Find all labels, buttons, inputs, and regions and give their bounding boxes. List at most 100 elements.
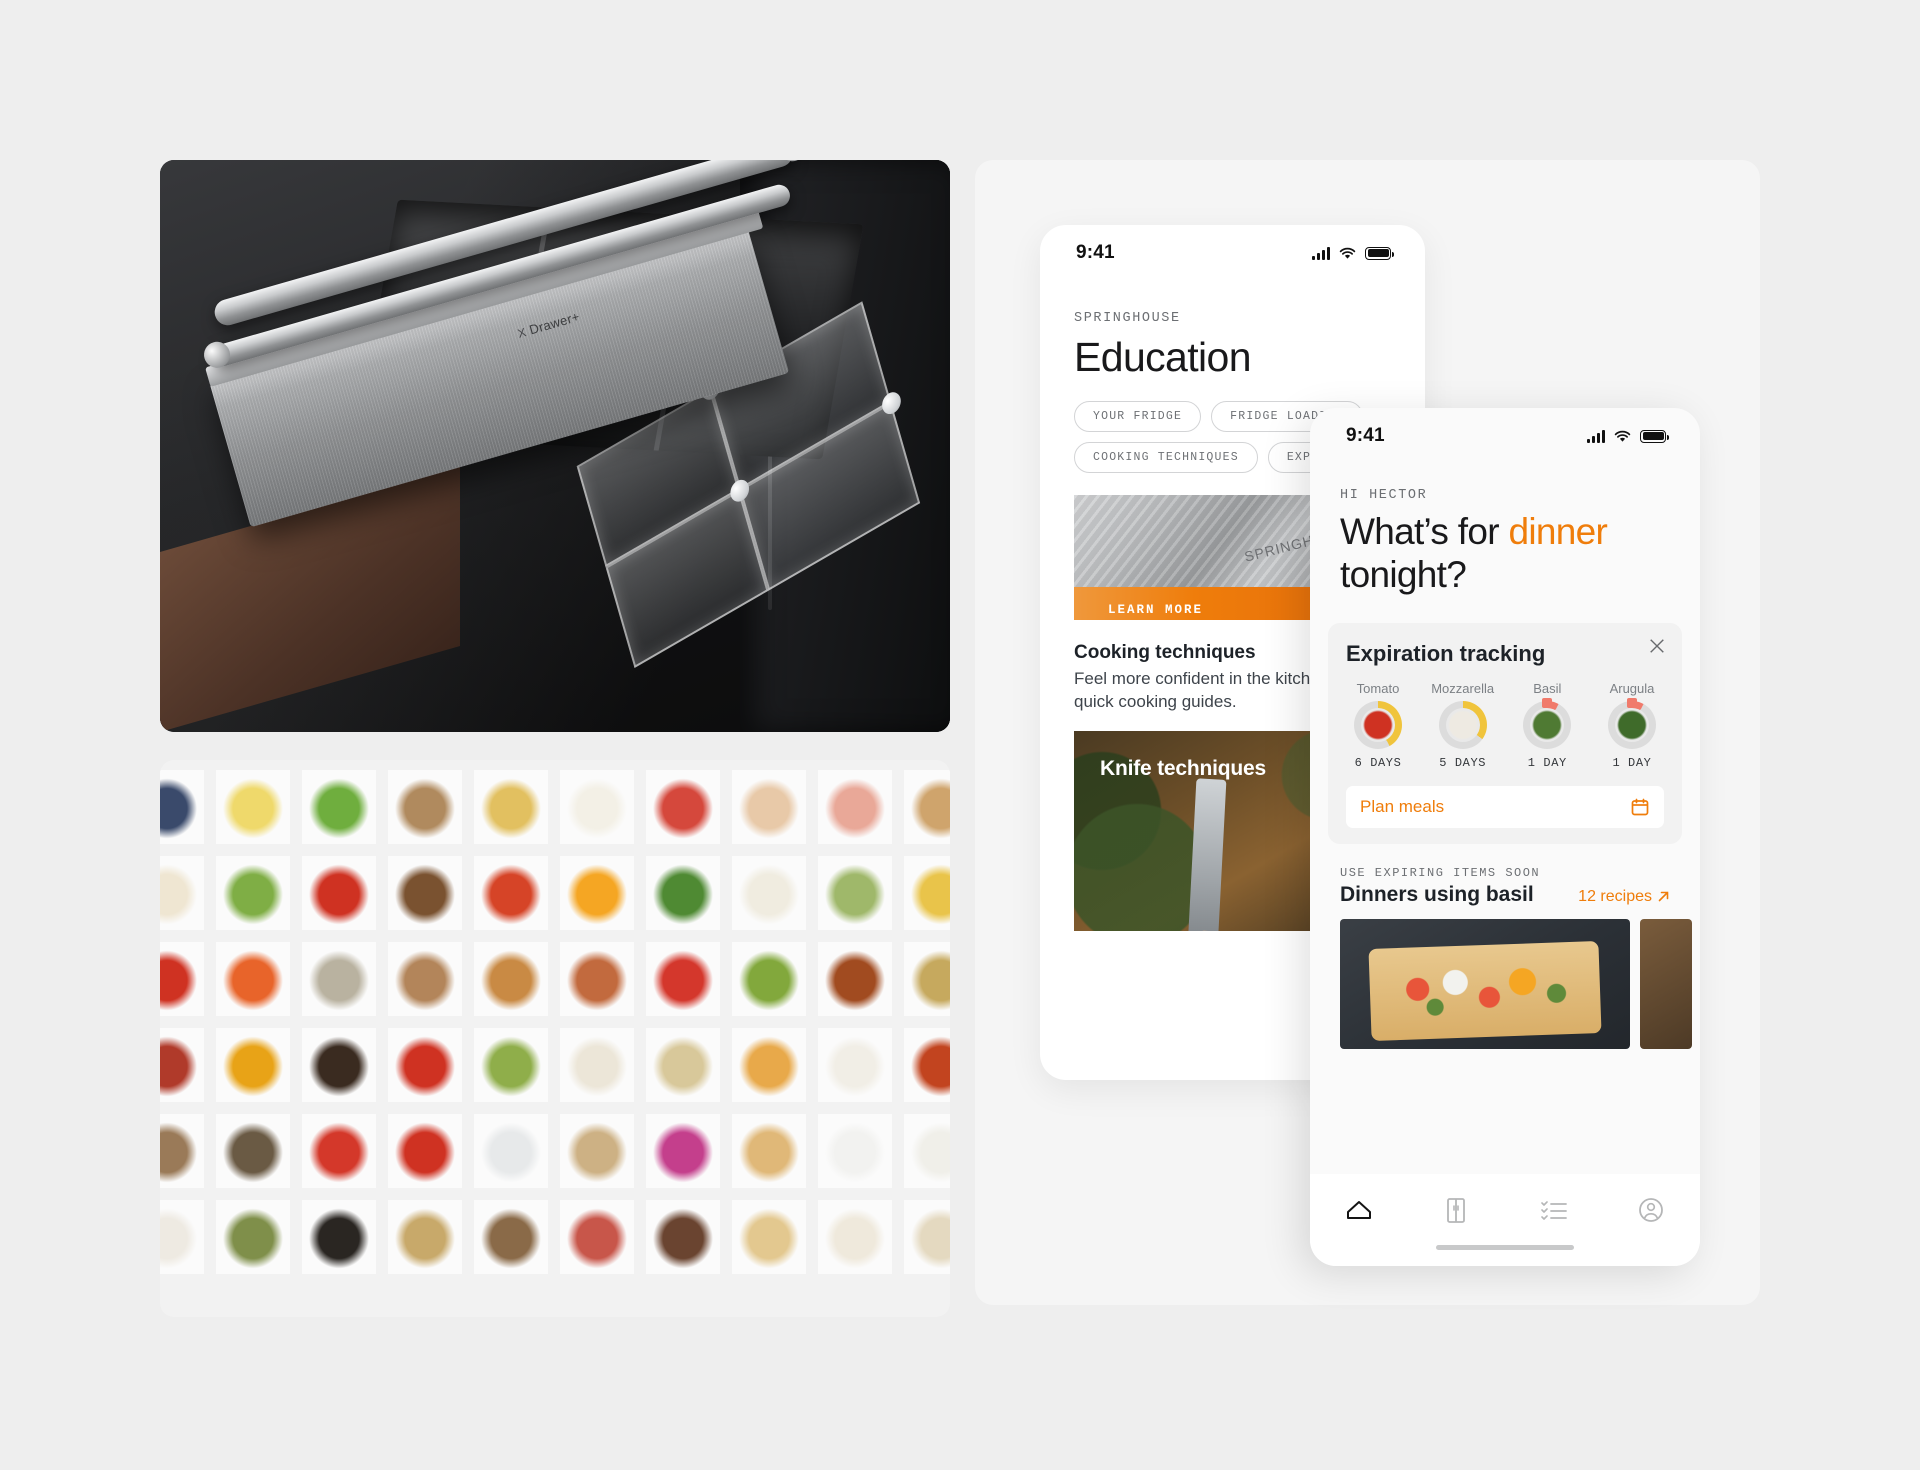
expiration-item[interactable]: Arugula 1 DAY — [1600, 681, 1664, 770]
dinner-title-part1: What’s for — [1340, 511, 1509, 552]
food-thumbnail — [388, 942, 462, 1016]
food-grid-cell — [560, 856, 634, 930]
expiration-days-label: 6 DAYS — [1354, 755, 1402, 770]
knife-card-label: Knife techniques — [1100, 757, 1266, 781]
recipe-card-next[interactable] — [1640, 918, 1692, 1049]
status-time-dinner: 9:41 — [1346, 425, 1385, 446]
food-thumbnail — [560, 1028, 634, 1102]
food-grid-cell — [646, 1114, 720, 1188]
urgent-flag-icon — [1626, 697, 1637, 708]
ingredient-thumbnail — [1445, 707, 1480, 742]
food-grid-cell — [160, 1028, 204, 1102]
food-grid-cell — [302, 1114, 376, 1188]
chip-cooking-techniques[interactable]: COOKING TECHNIQUES — [1074, 442, 1258, 473]
food-thumbnail — [474, 1114, 548, 1188]
product-hero-image: X Drawer+ — [160, 160, 950, 732]
food-thumbnail — [160, 1114, 204, 1188]
profile-icon[interactable] — [1635, 1194, 1667, 1226]
food-grid-cell — [818, 856, 892, 930]
food-thumbnail — [904, 1114, 950, 1188]
ingredient-thumbnail — [1361, 707, 1395, 742]
food-grid-cell — [732, 856, 806, 930]
recipes-count-link[interactable]: 12 recipes — [1578, 888, 1670, 906]
food-grid-cell — [818, 1200, 892, 1274]
home-icon[interactable] — [1343, 1194, 1375, 1226]
recipe-carousel[interactable] — [1310, 918, 1700, 1049]
food-thumbnail — [302, 1200, 376, 1274]
food-grid-cell — [160, 856, 204, 930]
food-grid-cell — [904, 942, 950, 1016]
expiration-progress-ring — [1438, 700, 1487, 749]
expiration-progress-ring — [1607, 697, 1656, 749]
food-thumbnail — [732, 1114, 806, 1188]
status-icons — [1312, 246, 1394, 260]
food-grid-cell — [302, 770, 376, 844]
food-thumbnail — [160, 942, 204, 1016]
food-thumbnail — [474, 942, 548, 1016]
dinner-title-part2: tonight? — [1340, 553, 1467, 595]
food-grid-cell — [646, 770, 720, 844]
food-thumbnail — [216, 770, 290, 844]
food-grid-cell — [904, 1114, 950, 1188]
food-thumbnail — [474, 770, 548, 844]
food-thumbnail — [302, 942, 376, 1016]
food-grid-cell — [474, 856, 548, 930]
food-thumbnail — [560, 856, 634, 930]
food-grid-cell — [904, 856, 950, 930]
brand-eyebrow: SPRINGHOUSE — [1074, 311, 1181, 326]
food-thumbnail — [818, 1200, 892, 1274]
recipes-eyebrow: USE EXPIRING ITEMS SOON — [1340, 865, 1541, 880]
ingredient-photo-grid — [160, 760, 950, 1317]
food-thumbnail — [388, 770, 462, 844]
food-grid-cell — [216, 1200, 290, 1274]
food-thumbnail — [646, 1028, 720, 1102]
expiration-progress-ring — [1354, 700, 1402, 749]
food-thumbnail — [216, 1028, 290, 1102]
recipes-heading: Dinners using basil — [1340, 882, 1534, 906]
chip-your-fridge[interactable]: YOUR FRIDGE — [1074, 401, 1202, 432]
food-grid-cell — [160, 770, 204, 844]
battery-icon — [1365, 246, 1394, 260]
food-thumbnail — [732, 1200, 806, 1274]
food-grid-cell — [388, 1114, 462, 1188]
food-grid-cell — [302, 856, 376, 930]
plan-meals-button[interactable]: Plan meals — [1346, 785, 1664, 828]
arrow-up-right-icon — [1658, 892, 1669, 902]
food-thumbnail — [160, 856, 204, 930]
food-grid-cell — [560, 1200, 634, 1274]
food-grid-cell — [216, 1114, 290, 1188]
food-grid-cell — [216, 942, 290, 1016]
food-grid-cell — [474, 1200, 548, 1274]
food-thumbnail — [302, 856, 376, 930]
food-thumbnail — [904, 942, 950, 1016]
food-grid-cell — [302, 942, 376, 1016]
checklist-icon[interactable] — [1538, 1194, 1570, 1226]
expiration-item[interactable]: Tomato 6 DAYS — [1346, 681, 1410, 770]
food-grid-cell — [560, 1114, 634, 1188]
food-thumbnail — [474, 856, 548, 930]
recipe-card-primary[interactable] — [1340, 918, 1630, 1049]
fridge-icon[interactable] — [1440, 1194, 1472, 1226]
food-grid-cell — [160, 1200, 204, 1274]
food-grid-cell — [388, 1028, 462, 1102]
food-grid-cell — [388, 942, 462, 1016]
expiration-item-name: Mozzarella — [1431, 680, 1495, 696]
food-thumbnail — [646, 1114, 720, 1188]
food-grid-cell — [646, 942, 720, 1016]
cellular-signal-icon — [1587, 429, 1605, 443]
expiration-heading: Expiration tracking — [1346, 640, 1546, 666]
expiration-item[interactable]: Basil 1 DAY — [1515, 681, 1579, 770]
food-thumbnail — [732, 942, 806, 1016]
home-indicator — [1436, 1245, 1574, 1250]
food-thumbnail — [388, 1028, 462, 1102]
food-thumbnail — [904, 1028, 950, 1102]
food-thumbnail — [474, 1028, 548, 1102]
close-icon[interactable] — [1648, 637, 1666, 655]
food-thumbnail — [302, 1114, 376, 1188]
expiration-item[interactable]: Mozzarella 5 DAYS — [1431, 681, 1495, 770]
recipes-header-row: Dinners using basil 12 recipes — [1340, 883, 1670, 907]
food-thumbnail — [904, 770, 950, 844]
food-thumbnail — [216, 1114, 290, 1188]
expiration-item-name: Basil — [1533, 680, 1562, 696]
food-thumbnail — [388, 856, 462, 930]
